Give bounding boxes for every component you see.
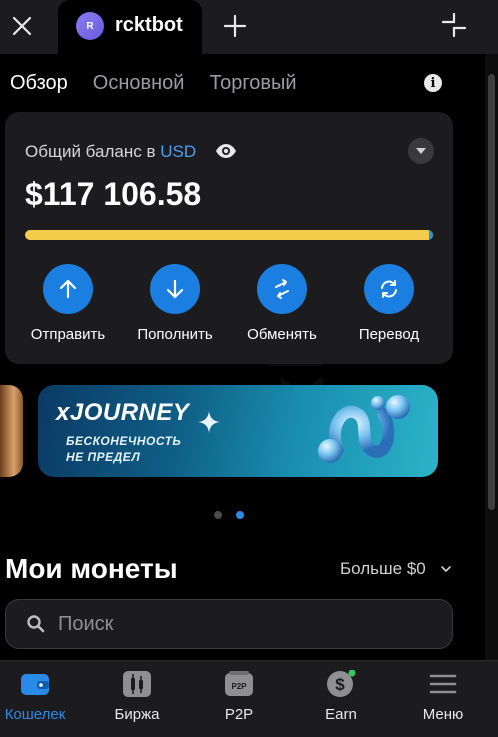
nav-exchange[interactable]: Биржа — [92, 661, 182, 737]
banner-title: xJOURNEY — [56, 399, 190, 426]
previous-banner[interactable] — [0, 385, 23, 477]
deposit-button[interactable]: Пополнить — [125, 264, 225, 343]
send-label: Отправить — [30, 326, 106, 343]
nav-p2p[interactable]: P2P P2P — [194, 661, 284, 737]
currency-selector[interactable]: USD — [160, 142, 196, 161]
candles-icon — [123, 671, 151, 697]
refresh-icon — [364, 264, 414, 314]
carousel-dots — [214, 511, 244, 519]
exchange-label: Обменять — [247, 326, 317, 343]
arrow-down-icon — [150, 264, 200, 314]
sparkle-icon — [198, 411, 220, 433]
tab-rcktbot[interactable]: R rcktbot — [58, 0, 202, 54]
balance-label: Общий баланс в USD — [25, 142, 196, 162]
banner-subtitle: БЕСКОНЕЧНОСТЬ НЕ ПРЕДЕЛ — [66, 433, 181, 465]
collapse-icon[interactable] — [440, 11, 468, 39]
bottom-nav: Кошелек Биржа P2P P2P $ Earn Меню — [0, 660, 498, 737]
nav-menu-label: Меню — [422, 706, 464, 723]
search-input[interactable] — [58, 610, 438, 638]
send-button[interactable]: Отправить — [18, 264, 118, 343]
banner-subtitle-line2: НЕ ПРЕДЕЛ — [66, 450, 141, 464]
carousel-dot-active[interactable] — [236, 511, 244, 519]
search-icon — [27, 615, 45, 633]
close-icon[interactable] — [8, 12, 36, 40]
balance-dropdown-icon[interactable] — [408, 138, 434, 164]
nav-wallet-label: Кошелек — [4, 706, 66, 723]
arrow-up-icon — [43, 264, 93, 314]
balance-label-prefix: Общий баланс в — [25, 142, 156, 161]
earn-icon: $ — [327, 670, 356, 697]
tab-overview[interactable]: Обзор — [10, 72, 68, 95]
action-buttons: Отправить Пополнить Обменять Перевод — [5, 264, 453, 354]
tab-title: rcktbot — [115, 14, 183, 36]
my-coins-title: Мои монеты — [5, 553, 178, 584]
balance-value: $117 106.58 — [25, 176, 202, 212]
banner-subtitle-line1: БЕСКОНЕЧНОСТЬ — [66, 434, 182, 448]
nav-p2p-label: P2P — [224, 706, 254, 723]
wallet-icon — [21, 674, 49, 695]
bot-avatar: R — [76, 12, 104, 40]
nav-menu[interactable]: Меню — [398, 661, 488, 737]
new-tab-icon[interactable] — [221, 12, 249, 40]
info-icon[interactable]: i — [424, 74, 442, 92]
balance-distribution-bar — [25, 230, 433, 240]
carousel-dot[interactable] — [214, 511, 222, 519]
nav-exchange-label: Биржа — [114, 706, 160, 723]
coin-search[interactable] — [5, 599, 453, 649]
more-coins-button[interactable]: Больше $0 — [340, 559, 426, 579]
transfer-label: Перевод — [358, 326, 420, 343]
promo-banner[interactable]: xJOURNEY БЕСКОНЕЧНОСТЬ НЕ ПРЕДЕЛ — [38, 385, 438, 477]
deposit-label: Пополнить — [137, 326, 213, 343]
menu-icon — [429, 674, 457, 694]
nav-wallet[interactable]: Кошелек — [0, 661, 80, 737]
scrollbar-thumb[interactable] — [488, 74, 495, 510]
scrollbar[interactable] — [485, 54, 498, 660]
tab-main[interactable]: Основной — [93, 72, 185, 95]
chevron-down-icon[interactable] — [440, 563, 452, 575]
top-bar: R rcktbot — [0, 0, 498, 54]
exchange-button[interactable]: Обменять — [232, 264, 332, 343]
transfer-button[interactable]: Перевод — [339, 264, 439, 343]
swap-icon — [257, 264, 307, 314]
glass-infinity-art — [318, 395, 410, 463]
svg-text:$: $ — [335, 675, 345, 694]
eye-icon[interactable] — [215, 143, 237, 159]
balance-card: Общий баланс в USD $117 106.58 Отправить… — [5, 112, 453, 364]
wallet-tabs: Обзор Основной Торговый — [10, 72, 297, 95]
nav-earn-label: Earn — [325, 706, 357, 723]
p2p-icon: P2P — [225, 671, 253, 696]
balance-bar-segment — [429, 230, 433, 240]
p2p-badge-text: P2P — [231, 682, 247, 691]
tab-trading[interactable]: Торговый — [209, 72, 296, 95]
nav-earn[interactable]: $ Earn — [296, 661, 386, 737]
